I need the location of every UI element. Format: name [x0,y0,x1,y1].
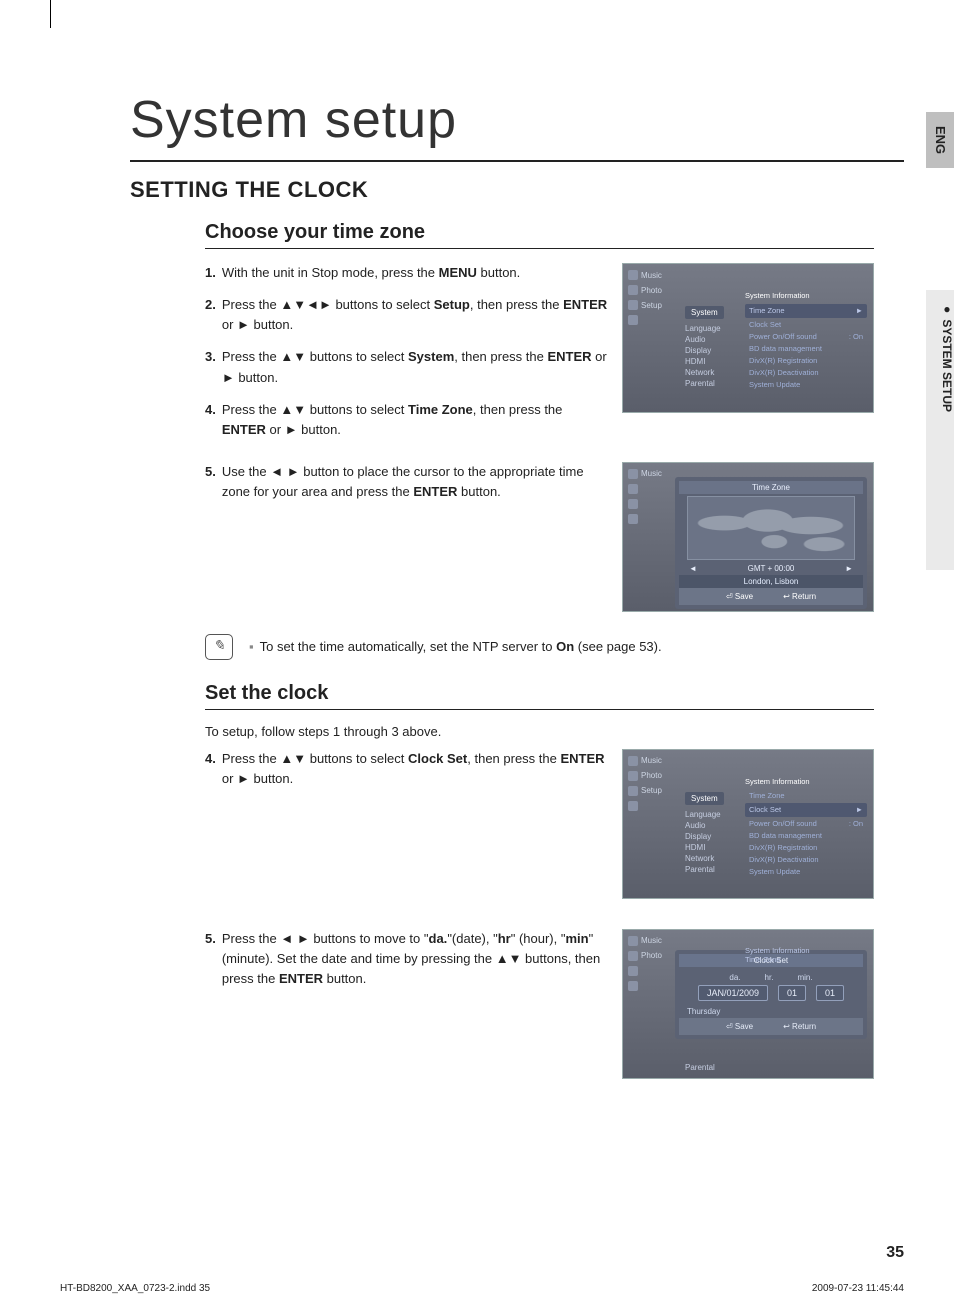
photo-icon [628,285,638,295]
note: ✎ ▪To set the time automatically, set th… [205,634,904,660]
return-icon: ↩ [783,592,790,601]
circle-icon [628,315,638,325]
note-icon: ✎ [205,634,233,660]
circle-icon [628,801,638,811]
chevron-left-icon: ◄ [689,564,697,573]
footer: HT-BD8200_XAA_0723-2.indd 35 2009-07-23 … [60,1283,904,1294]
music-icon [628,270,638,280]
circle-icon [628,514,638,524]
world-map [687,496,855,560]
return-icon: ↩ [783,1022,790,1031]
setup-icon [628,786,638,796]
setup-icon [628,300,638,310]
photo-icon [628,771,638,781]
menu-screenshot-clockset: Music Photo System Information Time Zone… [622,929,874,1079]
subheading-clock: Set the clock [205,682,874,710]
section-tab: ● SYSTEM SETUP [926,290,954,570]
intro-line: To setup, follow steps 1 through 3 above… [205,724,874,739]
section-heading: SETTING THE CLOCK [130,177,904,203]
save-icon: ⏎ [726,1022,733,1031]
music-icon [628,756,638,766]
chevron-right-icon: ► [845,564,853,573]
language-tab: ENG [926,112,954,168]
photo-icon [628,484,638,494]
music-icon [628,469,638,479]
page-number: 35 [886,1244,904,1262]
steps-timezone: 1.With the unit in Stop mode, press the … [205,263,610,452]
menu-screenshot-map: Music Time Zone ◄GMT + 00:00► London, Li… [622,462,874,612]
save-icon: ⏎ [726,592,733,601]
setup-icon [628,499,638,509]
setup-icon [628,966,638,976]
menu-screenshot-timezone: Music Photo Setup System Language Audio … [622,263,874,413]
photo-icon [628,951,638,961]
page-title: System setup [130,90,904,150]
music-icon [628,936,638,946]
circle-icon [628,981,638,991]
subheading-timezone: Choose your time zone [205,221,874,249]
menu-screenshot-clockset-list: Music Photo Setup System Language Audio … [622,749,874,899]
